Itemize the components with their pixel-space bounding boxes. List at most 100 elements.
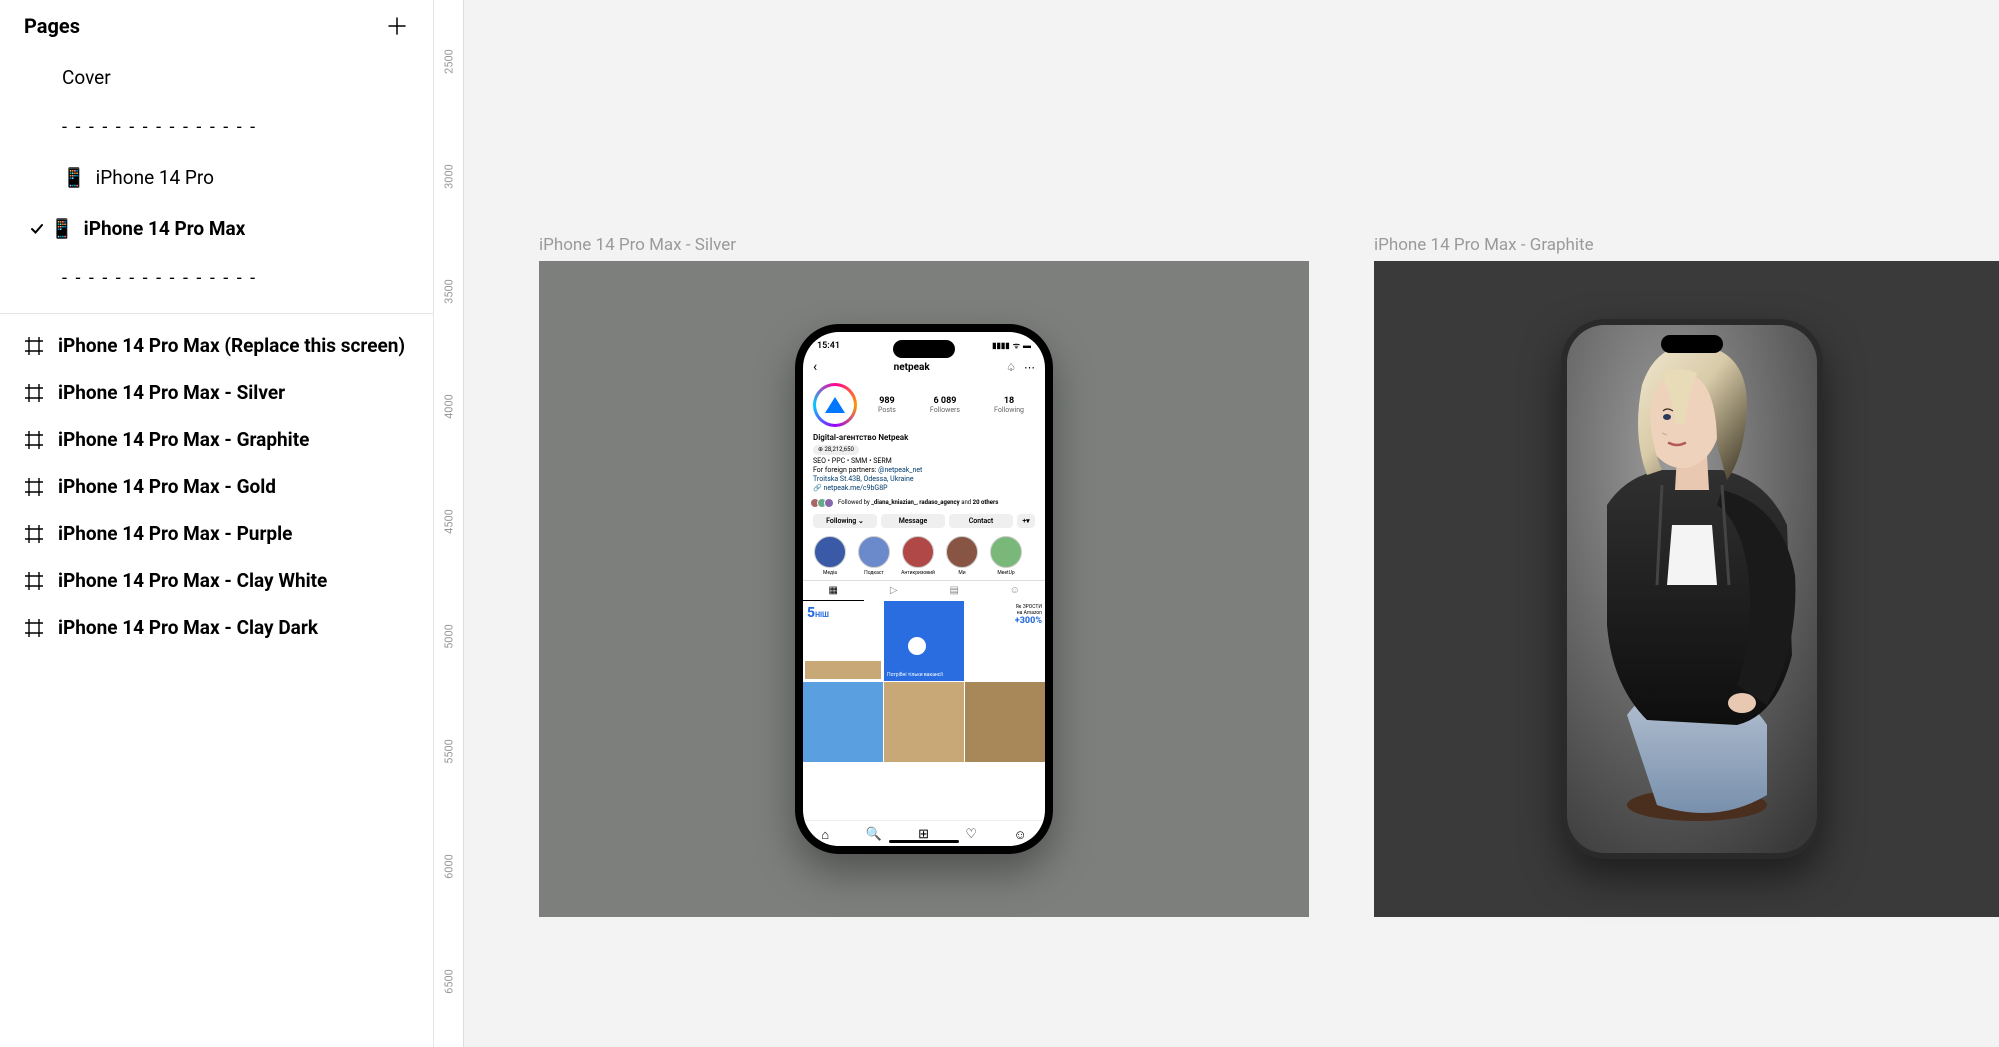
pages-title: Pages bbox=[24, 14, 80, 38]
ruler-tick: 3500 bbox=[443, 277, 456, 307]
add-suggest-button[interactable]: +▾ bbox=[1017, 514, 1035, 528]
message-button[interactable]: Message bbox=[881, 514, 945, 528]
stat-posts[interactable]: 989Posts bbox=[878, 396, 896, 414]
layer-item-clay-white[interactable]: iPhone 14 Pro Max - Clay White bbox=[0, 557, 433, 604]
ig-header-right: ♤ ⋯ bbox=[1006, 361, 1035, 374]
add-page-button[interactable] bbox=[385, 14, 409, 38]
ruler-tick: 2500 bbox=[443, 47, 456, 77]
frame-label[interactable]: iPhone 14 Pro Max - Graphite bbox=[1374, 235, 1999, 255]
highlight-item[interactable]: Ми bbox=[943, 536, 981, 576]
canvas-area[interactable]: 2500 3000 3500 4000 4500 5000 5500 6000 … bbox=[434, 0, 1999, 1047]
nav-heart-icon[interactable]: ♡ bbox=[965, 827, 977, 843]
highlight-item[interactable]: Медіа bbox=[811, 536, 849, 576]
layer-item-clay-dark[interactable]: iPhone 14 Pro Max - Clay Dark bbox=[0, 604, 433, 651]
layer-item-silver[interactable]: iPhone 14 Pro Max - Silver bbox=[0, 369, 433, 416]
layer-label: iPhone 14 Pro Max - Gold bbox=[58, 475, 276, 498]
nav-profile-icon[interactable]: ☺ bbox=[1014, 827, 1027, 843]
ig-header: ‹ netpeak ♤ ⋯ bbox=[803, 355, 1045, 379]
layer-item-replace[interactable]: iPhone 14 Pro Max (Replace this screen) bbox=[0, 322, 433, 369]
phone-mockup-graphite bbox=[1561, 319, 1823, 859]
frame-silver[interactable]: iPhone 14 Pro Max - Silver 15:41 ▮▮▮▮ ᯤ … bbox=[539, 235, 1309, 917]
back-icon[interactable]: ‹ bbox=[813, 359, 817, 375]
pages-header: Pages bbox=[0, 0, 433, 52]
phone-screen bbox=[1567, 325, 1817, 853]
plus-icon bbox=[388, 17, 406, 35]
canvas[interactable]: iPhone 14 Pro Max - Silver 15:41 ▮▮▮▮ ᯤ … bbox=[464, 0, 1999, 1047]
bio-link[interactable]: 🔗 netpeak.me/c9bG8P bbox=[813, 484, 1035, 493]
dynamic-island-icon bbox=[1661, 335, 1723, 353]
highlight-item[interactable]: Антикризовий bbox=[899, 536, 937, 576]
frame-body-silver[interactable]: 15:41 ▮▮▮▮ ᯤ ▬ ‹ netpeak bbox=[539, 261, 1309, 917]
ig-tabs: ▦ ▷ ▤ ☺ bbox=[803, 580, 1045, 601]
ig-highlights: Медіа Подкаст Антикризовий Ми MeetUp bbox=[803, 532, 1045, 580]
frame-body-graphite[interactable] bbox=[1374, 261, 1999, 917]
nav-search-icon[interactable]: 🔍 bbox=[865, 827, 881, 843]
page-label: Cover bbox=[62, 66, 111, 89]
more-icon[interactable]: ⋯ bbox=[1024, 361, 1035, 374]
ruler-tick: 3000 bbox=[443, 162, 456, 192]
tab-grid[interactable]: ▦ bbox=[803, 581, 864, 601]
post-cell[interactable] bbox=[965, 682, 1045, 762]
highlight-item[interactable]: MeetUp bbox=[987, 536, 1025, 576]
page-separator: - - - - - - - - - - - - - - - bbox=[0, 103, 433, 152]
status-icons: ▮▮▮▮ ᯤ ▬ bbox=[992, 340, 1031, 351]
frame-icon bbox=[24, 618, 44, 638]
layer-item-purple[interactable]: iPhone 14 Pro Max - Purple bbox=[0, 510, 433, 557]
ruler-tick: 5000 bbox=[443, 622, 456, 652]
pages-list: Cover - - - - - - - - - - - - - - - 📱 iP… bbox=[0, 52, 433, 314]
page-item-iphone14pro[interactable]: 📱 iPhone 14 Pro bbox=[0, 152, 433, 203]
frame-icon bbox=[24, 477, 44, 497]
ig-username: netpeak bbox=[894, 362, 930, 373]
post-cell[interactable]: Як ЗРОСТИна Amazon+300% bbox=[965, 601, 1045, 681]
layer-item-gold[interactable]: iPhone 14 Pro Max - Gold bbox=[0, 463, 433, 510]
phone-icon: 📱 bbox=[50, 217, 74, 240]
page-label: iPhone 14 Pro Max bbox=[84, 217, 246, 240]
frame-label[interactable]: iPhone 14 Pro Max - Silver bbox=[539, 235, 1309, 255]
highlight-item[interactable]: Подкаст bbox=[855, 536, 893, 576]
dynamic-island-icon bbox=[893, 340, 955, 358]
vertical-ruler: 2500 3000 3500 4000 4500 5000 5500 6000 … bbox=[434, 0, 464, 1047]
stat-followers[interactable]: 6 089Followers bbox=[930, 396, 960, 414]
logo-icon bbox=[825, 397, 845, 413]
frame-icon bbox=[24, 571, 44, 591]
frame-icon bbox=[24, 383, 44, 403]
bio-line1: SEO • PPC • SMM • SERM bbox=[813, 457, 1035, 466]
page-item-cover[interactable]: Cover bbox=[0, 52, 433, 103]
home-indicator-icon bbox=[889, 840, 959, 843]
phone-icon: 📱 bbox=[62, 166, 86, 189]
post-cell[interactable]: Потрібні тільки вакансії bbox=[884, 601, 964, 681]
page-item-iphone14promax[interactable]: 📱 iPhone 14 Pro Max bbox=[0, 203, 433, 254]
bio-line2: For foreign partners: @netpeak_net bbox=[813, 466, 1035, 475]
bio-chip: ⊕ 28,212,650 bbox=[813, 445, 859, 455]
layer-label: iPhone 14 Pro Max (Replace this screen) bbox=[58, 334, 405, 357]
layer-item-graphite[interactable]: iPhone 14 Pro Max - Graphite bbox=[0, 416, 433, 463]
page-separator: - - - - - - - - - - - - - - - bbox=[0, 254, 433, 303]
post-cell[interactable]: 5НІШ bbox=[803, 601, 883, 681]
frame-icon bbox=[24, 336, 44, 356]
post-cell[interactable] bbox=[803, 682, 883, 762]
stat-following[interactable]: 18Following bbox=[994, 396, 1024, 414]
following-button[interactable]: Following ⌄ bbox=[813, 514, 877, 528]
contact-button[interactable]: Contact bbox=[949, 514, 1013, 528]
ruler-tick: 6000 bbox=[443, 852, 456, 882]
ig-post-grid: 5НІШ Потрібні тільки вакансії Як ЗРОСТИн… bbox=[803, 601, 1045, 762]
page-label: iPhone 14 Pro bbox=[96, 166, 214, 189]
frame-icon bbox=[24, 430, 44, 450]
tab-guide[interactable]: ▤ bbox=[924, 581, 985, 601]
layer-label: iPhone 14 Pro Max - Clay Dark bbox=[58, 616, 318, 639]
nav-home-icon[interactable]: ⌂ bbox=[821, 827, 829, 843]
ig-bio: Digital-агентство Netpeak ⊕ 28,212,650 S… bbox=[803, 431, 1045, 496]
ig-avatar[interactable] bbox=[813, 383, 857, 427]
followed-by[interactable]: Followed by _diana_kniazian_, radaso_age… bbox=[803, 496, 1045, 510]
ruler-tick: 5500 bbox=[443, 737, 456, 767]
sidebar: Pages Cover - - - - - - - - - - - - - - … bbox=[0, 0, 434, 1047]
ig-action-buttons: Following ⌄ Message Contact +▾ bbox=[803, 510, 1045, 532]
ig-stats: 989Posts 6 089Followers 18Following bbox=[867, 396, 1035, 414]
tab-tagged[interactable]: ☺ bbox=[985, 581, 1046, 601]
post-cell[interactable] bbox=[884, 682, 964, 762]
layers-list: iPhone 14 Pro Max (Replace this screen) … bbox=[0, 314, 433, 659]
frame-graphite[interactable]: iPhone 14 Pro Max - Graphite bbox=[1374, 235, 1999, 917]
tab-reels[interactable]: ▷ bbox=[864, 581, 925, 601]
ruler-tick: 4500 bbox=[443, 507, 456, 537]
bell-icon[interactable]: ♤ bbox=[1006, 361, 1016, 374]
